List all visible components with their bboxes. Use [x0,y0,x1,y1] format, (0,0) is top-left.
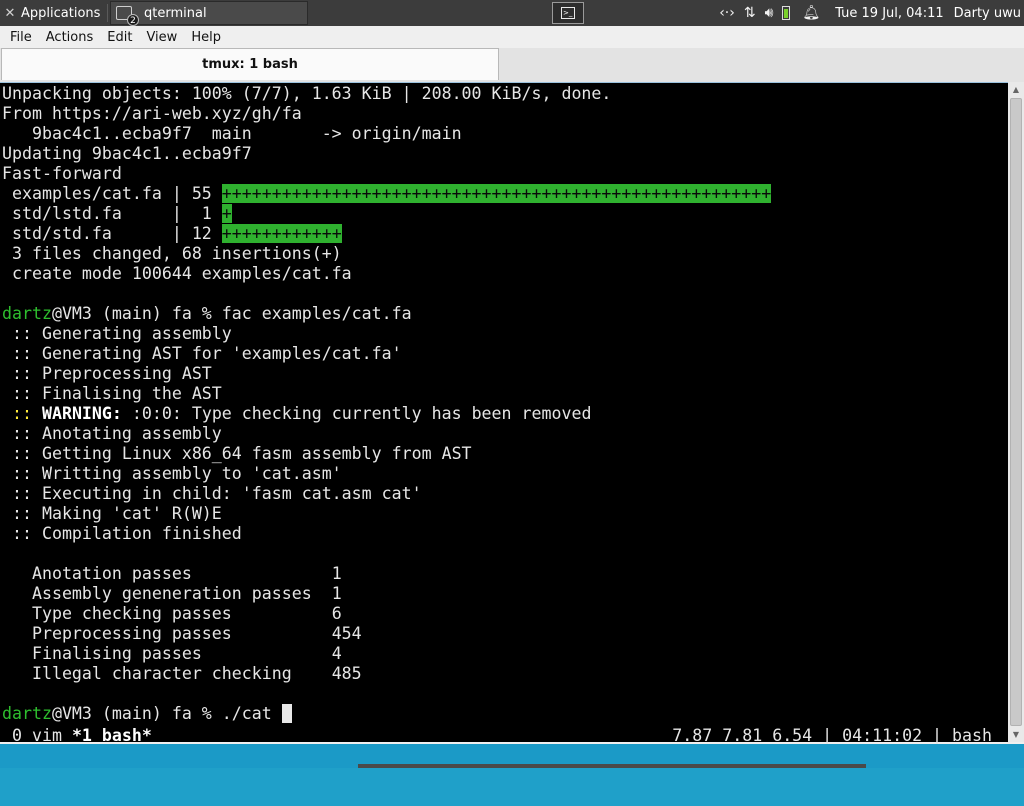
tmux-status-right: 7.87 7.81 6.54 | 04:11:02 | bash [672,726,992,745]
compiler-step: :: Preprocessing AST [2,364,212,383]
line: create mode 100644 examples/cat.fa [2,264,352,283]
system-tray: ‹·› ⇅ 🔊︎ 🔔︎ Tue 19 Jul, 04:11 Darty uwu [719,0,1024,26]
tmux-windows: 0 vim *1 bash* [2,726,152,746]
battery-icon[interactable] [782,6,791,20]
text-cursor [281,704,292,723]
diffstat-bar: + [221,204,232,223]
compiler-step: :: Getting Linux x86_64 fasm assembly fr… [2,444,472,463]
stat-label: Type checking passes [2,604,332,623]
panel-divider [107,4,108,22]
xfce-logo-icon: ✕ [4,5,16,21]
tmux-window-0[interactable]: 0 vim [2,726,72,745]
compiler-step: :: Writting assembly to 'cat.asm' [2,464,342,483]
qterminal-window: File Actions Edit View Help tmux: 1 bash… [0,26,1024,745]
taskbar-button-qterminal[interactable]: 2 qterminal [110,1,308,26]
diffstat-file: std/lstd.fa | 1 [2,204,222,223]
compiler-step: :: Executing in child: 'fasm cat.asm cat… [2,484,422,503]
line: From https://ari-web.xyz/gh/fa [2,104,302,123]
scroll-down-arrow-icon[interactable]: ▼ [1011,730,1021,739]
tmux-window-1-active[interactable]: *1 bash* [72,726,152,745]
network-arrows-icon[interactable]: ‹·› [719,5,735,21]
terminal-icon: 2 [116,6,139,26]
user-menu[interactable]: Darty uwu [954,6,1021,21]
stat-label: Preprocessing passes [2,624,332,643]
tab-tmux-bash[interactable]: tmux: 1 bash [1,48,499,80]
stat-label: Anotation passes [2,564,332,583]
stat-value: 6 [331,604,342,623]
diffstat-file: std/std.fa | 12 [2,224,222,243]
stat-value: 485 [331,664,362,683]
menu-file[interactable]: File [3,30,39,45]
desktop-background [0,744,1024,768]
menu-view[interactable]: View [139,30,184,45]
terminal-text: Unpacking objects: 100% (7/7), 1.63 KiB … [2,84,772,724]
stat-value: 4 [331,644,342,663]
window-count-badge: 2 [127,14,139,26]
scroll-up-arrow-icon[interactable]: ▲ [1011,85,1021,94]
vertical-scrollbar[interactable]: ▲ ▼ [1008,82,1024,742]
compiler-step: :: Generating AST for 'examples/cat.fa' [2,344,402,363]
prompt-command: @VM3 (main) fa % ./cat [51,704,282,723]
diffstat-bar: ++++++++++++++++++++++++++++++++++++++++… [221,184,772,203]
scrollbar-thumb[interactable] [1010,98,1022,726]
warning-label: WARNING: [41,404,122,423]
warning-prefix: :: [2,404,42,423]
network-updown-icon[interactable]: ⇅ [744,5,756,21]
stat-value: 454 [331,624,362,643]
workspace-terminal-icon: >_ [561,7,575,19]
top-panel: ✕ Applications 2 qterminal >_ ‹·› ⇅ 🔊︎ 🔔… [0,0,1024,26]
compiler-step: :: Compilation finished [2,524,242,543]
stat-value: 1 [331,584,342,603]
warning-text: :0:0: Type checking currently has been r… [121,404,592,423]
prompt-user: dartz [2,304,52,323]
menu-actions[interactable]: Actions [39,30,101,45]
line: Unpacking objects: 100% (7/7), 1.63 KiB … [2,84,612,103]
stat-value: 1 [331,564,342,583]
stat-label: Finalising passes [2,644,332,663]
terminal-output[interactable]: Unpacking objects: 100% (7/7), 1.63 KiB … [0,82,1008,745]
line: Fast-forward [2,164,122,183]
clock[interactable]: Tue 19 Jul, 04:11 [835,6,943,21]
compiler-step: :: Generating assembly [2,324,232,343]
prompt-user: dartz [2,704,52,723]
tmux-status-bar: 0 vim *1 bash* 7.87 7.81 6.54 | 04:11:02… [0,726,1008,746]
compiler-step: :: Finalising the AST [2,384,222,403]
workspace-switcher[interactable]: >_ [552,2,584,24]
diffstat-bar: ++++++++++++ [221,224,342,243]
line: Updating 9bac4c1..ecba9f7 [2,144,252,163]
stat-label: Illegal character checking [2,664,332,683]
stat-label: Assembly geneneration passes [2,584,332,603]
applications-label: Applications [21,5,101,21]
line: 3 files changed, 68 insertions(+) [2,244,342,263]
line: 9bac4c1..ecba9f7 main -> origin/main [2,124,462,143]
bottom-panel-edge [358,764,866,768]
taskbar-label: qterminal [144,5,207,21]
compiler-step: :: Anotating assembly [2,424,222,443]
menu-help[interactable]: Help [184,30,228,45]
volume-icon[interactable]: 🔊︎ [765,5,774,21]
applications-menu[interactable]: ✕ Applications [0,0,101,26]
notification-bell-icon[interactable]: 🔔︎ [802,5,820,21]
menubar: File Actions Edit View Help [0,26,1024,48]
menu-edit[interactable]: Edit [100,30,139,45]
diffstat-file: examples/cat.fa | 55 [2,184,222,203]
compiler-step: :: Making 'cat' R(W)E [2,504,222,523]
prompt-command: @VM3 (main) fa % fac examples/cat.fa [51,304,412,323]
tab-bar: tmux: 1 bash [0,48,1024,82]
